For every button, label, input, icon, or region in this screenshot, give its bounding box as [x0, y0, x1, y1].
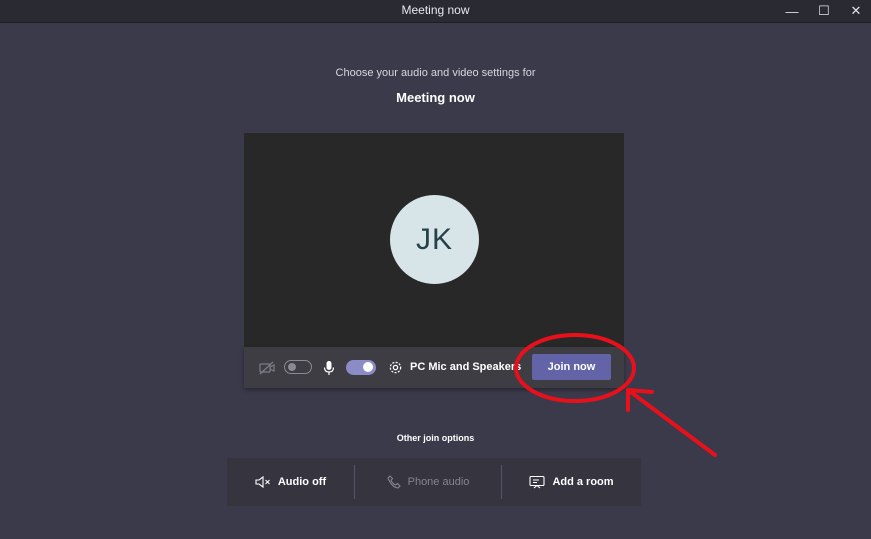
microphone-toggle[interactable] [346, 360, 376, 375]
join-now-button[interactable]: Join now [532, 354, 611, 380]
camera-off-icon [259, 361, 275, 375]
title-bar: Meeting now — ☐ ✕ [0, 0, 871, 23]
close-button[interactable]: ✕ [840, 0, 871, 22]
phone-audio-label: Phone audio [407, 476, 470, 488]
speaker-off-icon [255, 475, 270, 489]
cast-screen-icon [529, 475, 545, 489]
camera-toggle-knob [288, 363, 296, 371]
device-settings-label[interactable]: PC Mic and Speakers [410, 361, 521, 373]
phone-audio-option: Phone audio [355, 458, 501, 506]
maximize-button[interactable]: ☐ [808, 0, 840, 22]
audio-off-option[interactable]: Audio off [227, 458, 354, 506]
other-join-options-heading: Other join options [396, 433, 475, 443]
phone-icon [386, 475, 401, 489]
microphone-icon [323, 361, 335, 375]
add-a-room-option[interactable]: Add a room [502, 458, 641, 506]
add-a-room-label: Add a room [552, 476, 614, 488]
minimize-button[interactable]: — [776, 0, 808, 22]
camera-toggle[interactable] [284, 360, 312, 374]
gear-icon[interactable] [388, 360, 403, 375]
microphone-toggle-knob [363, 362, 373, 372]
settings-subtitle: Choose your audio and video settings for [335, 67, 536, 79]
annotation-arrow-shaft [626, 388, 717, 457]
avatar: JK [390, 195, 479, 284]
audio-off-label: Audio off [277, 476, 327, 488]
window-title: Meeting now [401, 3, 470, 17]
meeting-title: Meeting now [396, 90, 475, 105]
annotation-arrow-head [626, 388, 654, 412]
